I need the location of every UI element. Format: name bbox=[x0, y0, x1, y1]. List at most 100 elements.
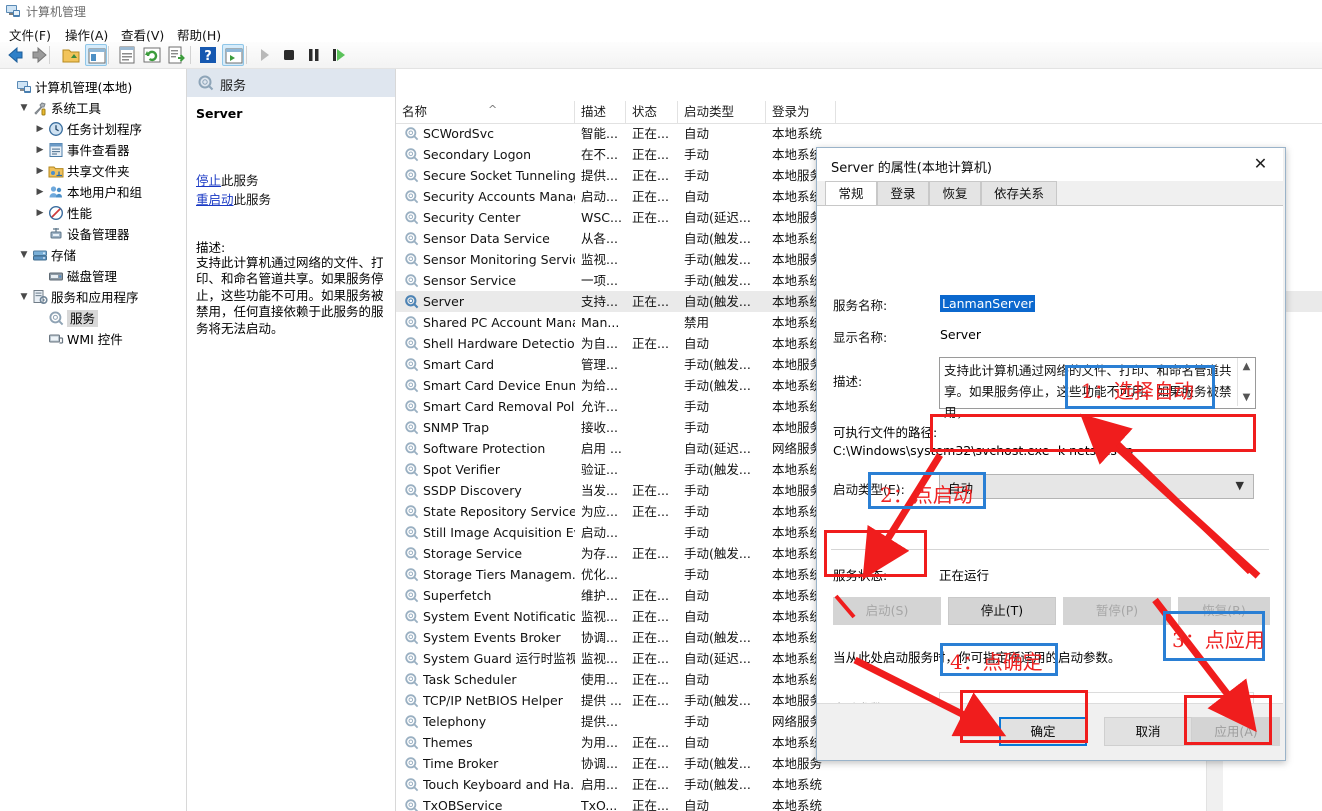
chevron-down-icon[interactable]: ▼ bbox=[1238, 389, 1255, 406]
tab-2[interactable]: 恢复 bbox=[929, 181, 981, 206]
startup-type-select[interactable]: 自动 ▼ bbox=[939, 474, 1254, 499]
cell-name: Shell Hardware Detection bbox=[423, 336, 575, 351]
stop-service-icon[interactable] bbox=[278, 44, 300, 66]
service-properties-dialog[interactable]: Server 的属性(本地计算机) ✕ 常规 登录 恢复 依存关系 服务名称: Lan… bbox=[816, 147, 1286, 761]
cell-desc: 启用 ... bbox=[581, 441, 622, 456]
cell-name: Secure Socket Tunneling ... bbox=[423, 168, 575, 183]
show-action-pane-icon[interactable] bbox=[222, 44, 244, 66]
cell-startup: 手动(触发... bbox=[684, 777, 751, 792]
chevron-right-icon[interactable]: ▶ bbox=[34, 203, 46, 224]
clock-icon bbox=[48, 121, 64, 137]
stop-service-link[interactable]: 停止 bbox=[196, 173, 221, 188]
cell-desc: 从各... bbox=[581, 231, 618, 246]
chevron-right-icon[interactable]: ▶ bbox=[34, 161, 46, 182]
restart-service-link-row[interactable]: 重启动此服务 bbox=[196, 189, 271, 208]
export-list-icon[interactable] bbox=[166, 44, 188, 66]
column-header-0[interactable]: 名称 ^ bbox=[396, 101, 575, 123]
cell-status: 正在... bbox=[632, 756, 669, 771]
cell-startup: 自动(延迟... bbox=[684, 441, 751, 456]
table-row[interactable]: SCWordSvc 智能... 正在... 自动 本地系统 bbox=[396, 123, 1322, 144]
help-icon[interactable]: ? bbox=[197, 44, 219, 66]
description-textarea[interactable]: 支持此计算机通过网络的文件、打印、和命名管道共享。如果服务停止，这些功能不可用。… bbox=[939, 357, 1256, 420]
cell-name: Sensor Service bbox=[423, 273, 517, 288]
cell-status: 正在... bbox=[632, 735, 669, 750]
cell-desc: 提供... bbox=[581, 168, 618, 183]
service-name-value[interactable]: LanmanServer bbox=[940, 295, 1036, 312]
stop-service-link-suffix: 此服务 bbox=[221, 173, 259, 188]
cell-startup: 自动 bbox=[684, 336, 710, 351]
chevron-down-icon[interactable]: ▼ bbox=[18, 98, 30, 119]
cell-name: Themes bbox=[423, 735, 473, 750]
forward-arrow-icon[interactable] bbox=[29, 44, 51, 66]
show-hide-console-tree-icon[interactable] bbox=[85, 44, 107, 66]
restart-service-icon[interactable] bbox=[328, 44, 350, 66]
tree-node-3[interactable]: ▶ 事件查看器 bbox=[0, 140, 186, 161]
cell-name: Security Center bbox=[423, 210, 521, 225]
back-arrow-icon[interactable] bbox=[4, 44, 26, 66]
chevron-right-icon[interactable]: ▶ bbox=[34, 119, 46, 140]
cell-startup: 自动 bbox=[684, 588, 710, 603]
table-row[interactable]: TxOBService TxO... 正在... 自动 本地系统 bbox=[396, 795, 1322, 811]
tree-node-9[interactable]: 磁盘管理 bbox=[0, 266, 186, 287]
stop-button[interactable]: 停止(T) bbox=[948, 597, 1056, 625]
display-name-value[interactable]: Server bbox=[940, 327, 981, 342]
console-tree[interactable]: 计算机管理(本地) ▼ 系统工具 ▶ 任务计划程序 ▶ 事件查看器 ▶ 共享文件夹 ▶ 本地用户和组… bbox=[0, 69, 187, 811]
cell-startup: 自动 bbox=[684, 126, 710, 141]
pause-service-icon[interactable] bbox=[303, 44, 325, 66]
up-folder-icon[interactable] bbox=[60, 44, 82, 66]
cell-name: SNMP Trap bbox=[423, 420, 490, 435]
tree-node-8[interactable]: ▼ 存储 bbox=[0, 245, 186, 266]
refresh-icon[interactable] bbox=[141, 44, 163, 66]
chevron-up-icon[interactable]: ▲ bbox=[1238, 358, 1255, 375]
description-scrollbar[interactable]: ▲ ▼ bbox=[1237, 358, 1255, 406]
tree-node-label: 事件查看器 bbox=[67, 143, 130, 158]
tree-node-0[interactable]: 计算机管理(本地) bbox=[0, 77, 186, 98]
service-status-label: 服务状态: bbox=[833, 568, 888, 583]
tree-node-6[interactable]: ▶ 性能 bbox=[0, 203, 186, 224]
chevron-down-icon[interactable]: ▼ bbox=[1236, 479, 1244, 492]
tab-3[interactable]: 依存关系 bbox=[981, 181, 1057, 206]
column-header-1[interactable]: 描述 bbox=[575, 101, 626, 123]
cell-startup: 自动(触发... bbox=[684, 231, 751, 246]
chevron-right-icon[interactable]: ▶ bbox=[34, 140, 46, 161]
chevron-right-icon[interactable]: ▶ bbox=[34, 182, 46, 203]
tree-node-2[interactable]: ▶ 任务计划程序 bbox=[0, 119, 186, 140]
start-button: 启动(S) bbox=[833, 597, 941, 625]
service-detail-pane: 服务 Server 停止此服务 重启动此服务 描述: 支持此计算机通过网络的文件… bbox=[187, 69, 396, 811]
cancel-button[interactable]: 取消 bbox=[1104, 717, 1192, 746]
cell-startup: 自动 bbox=[684, 189, 710, 204]
close-icon[interactable]: ✕ bbox=[1238, 148, 1283, 179]
tree-node-4[interactable]: ▶ 共享文件夹 bbox=[0, 161, 186, 182]
start-params-note: 当从此处启动服务时，你可指定所适用的启动参数。 bbox=[833, 650, 1121, 665]
cell-status: 正在... bbox=[632, 588, 669, 603]
cell-desc: 监视... bbox=[581, 609, 618, 624]
tree-node-11[interactable]: 服务 bbox=[0, 308, 186, 329]
column-header-4[interactable]: 登录为 bbox=[766, 101, 836, 123]
toolbar-separator bbox=[190, 46, 191, 64]
chevron-down-icon[interactable]: ▼ bbox=[18, 245, 30, 266]
tree-node-1[interactable]: ▼ 系统工具 bbox=[0, 98, 186, 119]
cell-desc: 协调... bbox=[581, 630, 618, 645]
stop-service-link-row[interactable]: 停止此服务 bbox=[196, 170, 259, 189]
cell-name: State Repository Service bbox=[423, 504, 575, 519]
cell-startup: 手动 bbox=[684, 504, 710, 519]
tab-0[interactable]: 常规 bbox=[825, 181, 877, 206]
tree-node-5[interactable]: ▶ 本地用户和组 bbox=[0, 182, 186, 203]
tree-node-10[interactable]: ▼ 服务和应用程序 bbox=[0, 287, 186, 308]
dialog-tab-strip[interactable]: 常规 登录 恢复 依存关系 bbox=[817, 181, 1283, 206]
chevron-down-icon[interactable]: ▼ bbox=[18, 287, 30, 308]
ok-button[interactable]: 确定 bbox=[999, 717, 1087, 746]
tree-node-7[interactable]: 设备管理器 bbox=[0, 224, 186, 245]
restart-service-link[interactable]: 重启动 bbox=[196, 192, 234, 207]
table-row[interactable]: Touch Keyboard and Ha... 启用... 正在... 手动(触发.… bbox=[396, 774, 1322, 795]
cell-status: 正在... bbox=[632, 483, 669, 498]
properties-icon[interactable] bbox=[116, 44, 138, 66]
tab-1[interactable]: 登录 bbox=[877, 181, 929, 206]
service-gear-icon bbox=[404, 651, 419, 666]
storage-icon bbox=[32, 247, 48, 263]
list-column-headers[interactable]: 名称 ^ 描述 状态 启动类型 登录为 bbox=[396, 101, 1322, 124]
column-header-3[interactable]: 启动类型 bbox=[678, 101, 766, 123]
column-header-2[interactable]: 状态 bbox=[626, 101, 678, 123]
tree-node-12[interactable]: WMI 控件 bbox=[0, 329, 186, 350]
performance-icon bbox=[48, 205, 64, 221]
